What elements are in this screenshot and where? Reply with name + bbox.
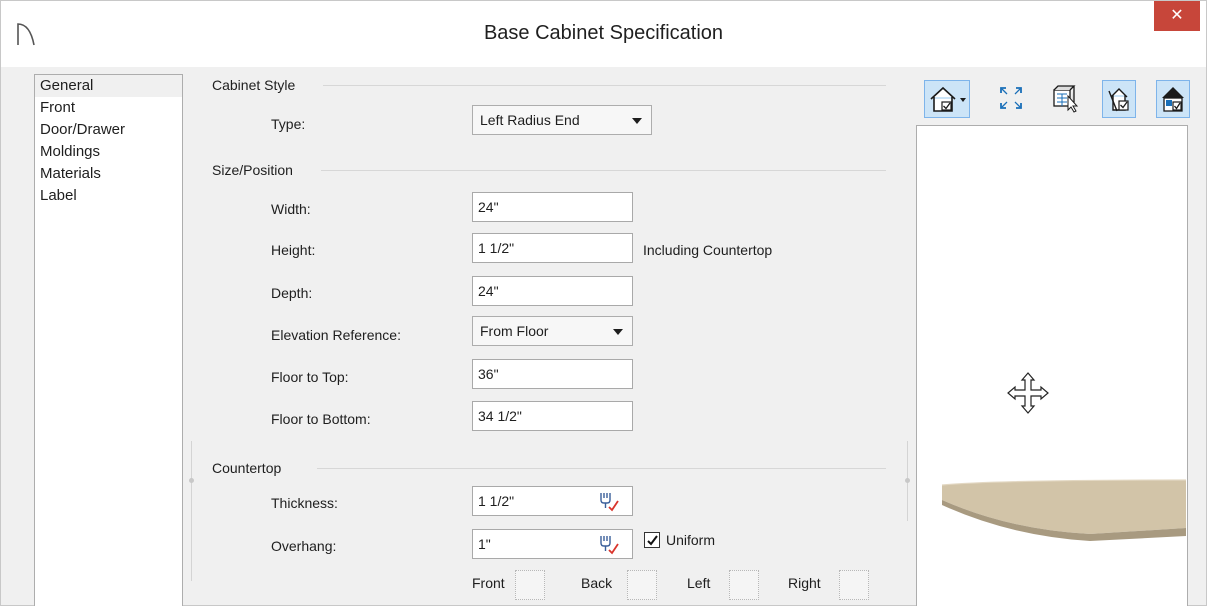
left-overhang-field <box>729 570 759 600</box>
chevron-down-icon <box>613 329 623 335</box>
width-field[interactable]: 24" <box>472 192 633 222</box>
floor-to-top-field[interactable]: 36" <box>472 359 633 389</box>
move-cursor-icon <box>1007 372 1049 414</box>
dialog-title: Base Cabinet Specification <box>483 22 724 44</box>
nav-item-front[interactable]: Front <box>35 97 182 119</box>
front-overhang-field <box>515 570 545 600</box>
depth-label: Depth: <box>271 285 313 301</box>
countertop-3d-model <box>941 479 1187 541</box>
back-overhang-label: Back <box>581 575 613 591</box>
nav-item-label[interactable]: Label <box>35 185 182 207</box>
close-button[interactable]: ✕ <box>1154 1 1200 31</box>
width-label: Width: <box>271 201 311 217</box>
right-overhang-label: Right <box>788 575 821 591</box>
camera-view-dropdown-button[interactable] <box>924 80 970 118</box>
type-label: Type: <box>271 116 306 132</box>
dialog-window: Base Cabinet Specification ✕ General Fro… <box>0 0 1207 606</box>
type-dropdown-value: Left Radius End <box>480 112 580 128</box>
elevation-reference-dropdown[interactable]: From Floor <box>472 316 633 346</box>
floor-to-top-label: Floor to Top: <box>271 369 349 385</box>
checkmark-icon <box>647 535 658 546</box>
default-setting-icon[interactable] <box>597 533 619 555</box>
size-position-header: Size/Position <box>212 162 293 178</box>
depth-field[interactable]: 24" <box>472 276 633 306</box>
elevation-reference-label: Elevation Reference: <box>271 327 401 343</box>
floor-to-bottom-field[interactable]: 34 1/2" <box>472 401 633 431</box>
left-splitter[interactable] <box>191 441 192 581</box>
default-setting-icon[interactable] <box>597 490 619 512</box>
right-splitter-grip <box>905 478 910 483</box>
left-overhang-label: Left <box>687 575 711 591</box>
countertop-header: Countertop <box>212 460 282 476</box>
right-overhang-field <box>839 570 869 600</box>
elevation-reference-value: From Floor <box>480 323 549 339</box>
cabinet-style-divider <box>323 85 886 86</box>
overhang-label: Overhang: <box>271 538 337 554</box>
size-position-divider <box>321 170 886 171</box>
left-splitter-grip <box>189 478 194 483</box>
show-materials-icon <box>1162 87 1184 112</box>
select-objects-icon <box>1053 85 1079 113</box>
front-overhang-label: Front <box>472 575 505 591</box>
nav-item-moldings[interactable]: Moldings <box>35 141 182 163</box>
cabinet-style-header: Cabinet Style <box>212 77 296 93</box>
floor-to-bottom-label: Floor to Bottom: <box>271 411 371 427</box>
show-dimensions-button[interactable] <box>1102 80 1136 118</box>
nav-item-door-drawer[interactable]: Door/Drawer <box>35 119 182 141</box>
type-dropdown[interactable]: Left Radius End <box>472 105 652 135</box>
thickness-label: Thickness: <box>271 495 338 511</box>
height-label: Height: <box>271 242 316 258</box>
select-objects-button[interactable] <box>1048 80 1082 118</box>
uniform-label: Uniform <box>666 532 716 548</box>
uniform-checkbox[interactable] <box>644 532 660 548</box>
nav-item-materials[interactable]: Materials <box>35 163 182 185</box>
countertop-divider <box>317 468 886 469</box>
category-list: General Front Door/Drawer Moldings Mater… <box>34 74 183 606</box>
height-note: Including Countertop <box>643 242 773 258</box>
fill-window-icon <box>1000 87 1022 109</box>
nav-item-general[interactable]: General <box>35 75 182 97</box>
chevron-down-icon <box>632 118 642 124</box>
title-bar: Base Cabinet Specification ✕ <box>1 1 1206 67</box>
height-field[interactable]: 1 1/2" <box>472 233 633 263</box>
fill-window-button[interactable] <box>995 80 1029 118</box>
camera-view-dropdown-icon <box>930 86 966 112</box>
back-overhang-field <box>627 570 657 600</box>
show-dimensions-icon <box>1108 88 1129 112</box>
show-materials-button[interactable] <box>1156 80 1190 118</box>
3d-preview-pane[interactable] <box>916 125 1188 606</box>
